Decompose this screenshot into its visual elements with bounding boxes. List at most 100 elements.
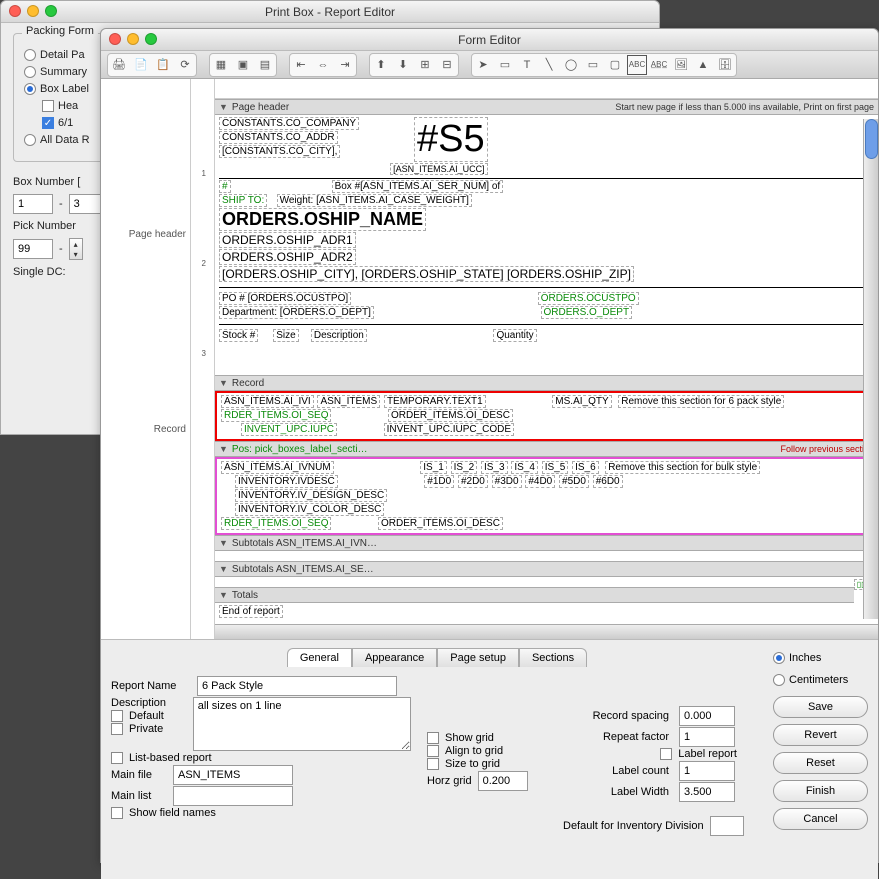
- repeat-factor-input[interactable]: [679, 727, 735, 747]
- field-adr2[interactable]: ORDERS.OSHIP_ADR2: [219, 249, 356, 265]
- checkbox-show-grid[interactable]: [427, 732, 439, 744]
- radio-box-label[interactable]: [24, 83, 36, 95]
- horz-grid-input[interactable]: [478, 771, 528, 791]
- db-icon[interactable]: 🗄: [715, 55, 735, 75]
- disclosure-icon[interactable]: ▼: [219, 102, 228, 112]
- section-record[interactable]: ▼ Record: [215, 375, 878, 391]
- default-inv-input[interactable]: [710, 816, 744, 836]
- checkbox-size-grid[interactable]: [427, 758, 439, 770]
- checkbox-private[interactable]: [111, 723, 123, 735]
- label-count-input[interactable]: [679, 761, 735, 781]
- main-list-input[interactable]: [173, 786, 293, 806]
- cancel-button[interactable]: Cancel: [773, 808, 868, 830]
- rect2-icon[interactable]: ▭: [583, 55, 603, 75]
- bring-front-icon[interactable]: ⬆: [371, 55, 391, 75]
- print-icon[interactable]: 🖨: [109, 55, 129, 75]
- send-back-icon[interactable]: ⬇: [393, 55, 413, 75]
- field-oship-name[interactable]: ORDERS.OSHIP_NAME: [219, 208, 426, 231]
- report-name-input[interactable]: [197, 676, 397, 696]
- field-addr[interactable]: CONSTANTS.CO_ADDR: [219, 131, 338, 144]
- box-number-from[interactable]: [13, 194, 53, 214]
- tab-general[interactable]: General: [287, 648, 352, 667]
- close-icon[interactable]: [9, 5, 21, 17]
- checkbox-align-grid[interactable]: [427, 745, 439, 757]
- field2-icon[interactable]: A̲B̲C̲: [649, 55, 669, 75]
- tab-appearance[interactable]: Appearance: [352, 648, 437, 667]
- align-right-icon[interactable]: ⇥: [335, 55, 355, 75]
- description-input[interactable]: [193, 697, 411, 751]
- field-ucc[interactable]: [ASN_ITEMS.AI_UCC]: [390, 163, 488, 175]
- checkbox-hea[interactable]: [42, 100, 54, 112]
- new-icon[interactable]: 📄: [131, 55, 151, 75]
- pointer-icon[interactable]: ➤: [473, 55, 493, 75]
- chart-icon[interactable]: ▲: [693, 55, 713, 75]
- disclosure-icon[interactable]: ▼: [219, 444, 228, 454]
- field-box[interactable]: Box #[ASN_ITEMS.AI_SER_NUM] of: [332, 180, 504, 193]
- tab-sections[interactable]: Sections: [519, 648, 587, 667]
- checkbox-label-report[interactable]: [660, 748, 672, 760]
- checkbox-list-based[interactable]: [111, 752, 123, 764]
- refresh-icon[interactable]: ⟳: [175, 55, 195, 75]
- horizontal-scrollbar[interactable]: [215, 624, 878, 639]
- oval-icon[interactable]: ◯: [561, 55, 581, 75]
- section-totals[interactable]: ▼Totals: [215, 587, 854, 603]
- minimize-icon[interactable]: [27, 5, 39, 17]
- section-page-header[interactable]: ▼ Page header Start new page if less tha…: [215, 99, 878, 115]
- field-shipto[interactable]: SHIP TO:: [219, 194, 267, 207]
- radio-cm[interactable]: [773, 674, 785, 686]
- rrect-icon[interactable]: ▢: [605, 55, 625, 75]
- field-city[interactable]: [CONSTANTS.CO_CITY],: [219, 145, 340, 158]
- paste-icon[interactable]: 📋: [153, 55, 173, 75]
- pick-stepper[interactable]: ▴▾: [69, 238, 83, 260]
- image-icon[interactable]: 🖼: [671, 55, 691, 75]
- rect-icon[interactable]: ▭: [495, 55, 515, 75]
- main-file-input[interactable]: [173, 765, 293, 785]
- field-icon[interactable]: ABC: [627, 55, 647, 75]
- layout-icon[interactable]: ▣: [233, 55, 253, 75]
- grid-icon[interactable]: ▤: [255, 55, 275, 75]
- field-s5[interactable]: #S5: [414, 117, 488, 162]
- radio-summary[interactable]: [24, 66, 36, 78]
- field-weight[interactable]: Weight: [ASN_ITEMS.AI_CASE_WEIGHT]: [277, 194, 472, 207]
- ungroup-icon[interactable]: ⊟: [437, 55, 457, 75]
- page-icon[interactable]: ▦: [211, 55, 231, 75]
- field-citystate[interactable]: [ORDERS.OSHIP_CITY], [ORDERS.OSHIP_STATE…: [219, 266, 634, 282]
- radio-all-data[interactable]: [24, 134, 36, 146]
- field-odept[interactable]: ORDERS.O_DEPT: [541, 306, 633, 319]
- close-icon[interactable]: [109, 33, 121, 45]
- zoom-icon[interactable]: [145, 33, 157, 45]
- section-subtotals1[interactable]: ▼Subtotals ASN_ITEMS.AI_IVN…: [215, 535, 878, 551]
- align-center-icon[interactable]: ⇔: [313, 55, 333, 75]
- field-company[interactable]: CONSTANTS.CO_COMPANY: [219, 117, 359, 130]
- disclosure-icon[interactable]: ▼: [219, 378, 228, 388]
- field-po[interactable]: PO # [ORDERS.OCUSTPO]: [219, 292, 351, 305]
- label-width-input[interactable]: [679, 782, 735, 802]
- field-dept[interactable]: Department: [ORDERS.O_DEPT]: [219, 306, 374, 319]
- checkbox-six[interactable]: ✓: [42, 117, 54, 129]
- vertical-scrollbar[interactable]: [863, 119, 878, 619]
- design-canvas[interactable]: ▼ Page header Start new page if less tha…: [215, 99, 878, 639]
- field-adr1[interactable]: ORDERS.OSHIP_ADR1: [219, 232, 356, 248]
- radio-detail[interactable]: [24, 49, 36, 61]
- text-icon[interactable]: T: [517, 55, 537, 75]
- field-ocustpo[interactable]: ORDERS.OCUSTPO: [538, 292, 639, 305]
- checkbox-default[interactable]: [111, 710, 123, 722]
- minimize-icon[interactable]: [127, 33, 139, 45]
- note-6pack[interactable]: Remove this section for 6 pack style: [618, 395, 784, 408]
- zoom-icon[interactable]: [45, 5, 57, 17]
- finish-button[interactable]: Finish: [773, 780, 868, 802]
- checkbox-show-field-names[interactable]: [111, 807, 123, 819]
- save-button[interactable]: Save: [773, 696, 868, 718]
- revert-button[interactable]: Revert: [773, 724, 868, 746]
- note-bulk[interactable]: Remove this section for bulk style: [605, 461, 760, 474]
- group-icon[interactable]: ⊞: [415, 55, 435, 75]
- pick-number[interactable]: [13, 239, 53, 259]
- line-icon[interactable]: ╲: [539, 55, 559, 75]
- section-subtotals2[interactable]: ▼Subtotals ASN_ITEMS.AI_SE…: [215, 561, 878, 577]
- section-pos[interactable]: ▼ Pos: pick_boxes_label_secti… Follow pr…: [215, 441, 878, 457]
- radio-inches[interactable]: [773, 652, 785, 664]
- reset-button[interactable]: Reset: [773, 752, 868, 774]
- record-spacing-input[interactable]: [679, 706, 735, 726]
- tab-page-setup[interactable]: Page setup: [437, 648, 519, 667]
- align-left-icon[interactable]: ⇤: [291, 55, 311, 75]
